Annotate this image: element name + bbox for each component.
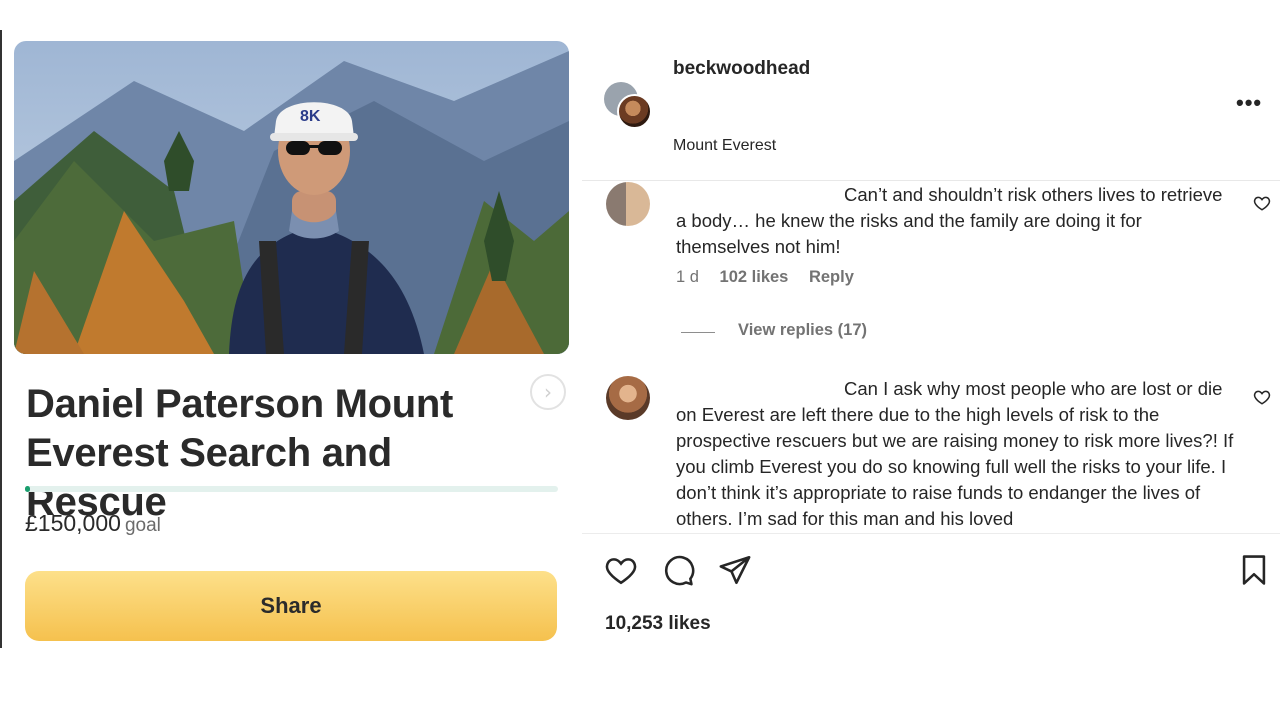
bookmark-icon[interactable] — [1237, 553, 1271, 587]
comment-body: Can’t and shouldn’t risk others lives to… — [676, 184, 1223, 257]
fundraiser-progress-bar — [25, 486, 558, 492]
comment-clip-region: Can I ask why most people who are lost o… — [582, 370, 1280, 533]
comment-age: 1 d — [676, 268, 699, 286]
fundraiser-hero-photo: 8K — [14, 41, 569, 354]
next-photo-button[interactable]: › — [530, 374, 566, 410]
share-button[interactable]: Share — [25, 571, 557, 641]
actions-divider — [582, 533, 1280, 534]
view-replies-button[interactable]: View replies (17) — [738, 321, 867, 340]
comment-bubble-icon[interactable] — [661, 553, 695, 587]
author-avatar[interactable] — [617, 94, 652, 129]
goal-amount: £150,000 — [25, 510, 121, 536]
comment-body: Can I ask why most people who are lost o… — [676, 378, 1234, 529]
comment-like-heart-icon[interactable] — [1253, 388, 1271, 406]
cap-logo: 8K — [300, 108, 321, 125]
fundraiser-goal: £150,000 goal — [25, 510, 161, 537]
header-divider — [582, 180, 1280, 181]
reply-link[interactable]: Reply — [809, 268, 854, 286]
goal-label: goal — [124, 515, 161, 536]
post-location[interactable]: Mount Everest — [673, 137, 776, 155]
redacted-username — [676, 200, 844, 201]
comment-like-count[interactable]: 102 likes — [720, 268, 789, 286]
comment-text: Can I ask why most people who are lost o… — [676, 376, 1236, 532]
comment-avatar[interactable] — [606, 376, 650, 420]
progress-bar-fill — [25, 486, 31, 492]
post-likes-count[interactable]: 10,253 likes — [605, 613, 711, 635]
redacted-username — [676, 394, 844, 395]
send-paper-plane-icon[interactable] — [718, 553, 752, 587]
more-options-icon[interactable]: ••• — [1236, 92, 1262, 114]
panel-border — [0, 30, 2, 648]
like-heart-icon[interactable] — [604, 553, 638, 587]
replies-line-divider — [681, 332, 715, 333]
fundraiser-title: Daniel Paterson Mount Everest Search and… — [26, 382, 454, 524]
comment-meta: 1 d 102 likes Reply — [676, 268, 870, 287]
post-author-username[interactable]: beckwoodhead — [673, 58, 810, 80]
chevron-right-icon: › — [544, 380, 552, 404]
comment-avatar[interactable] — [606, 182, 650, 226]
comment-like-heart-icon[interactable] — [1253, 194, 1271, 212]
comment-text: Can’t and shouldn’t risk others lives to… — [676, 182, 1236, 260]
